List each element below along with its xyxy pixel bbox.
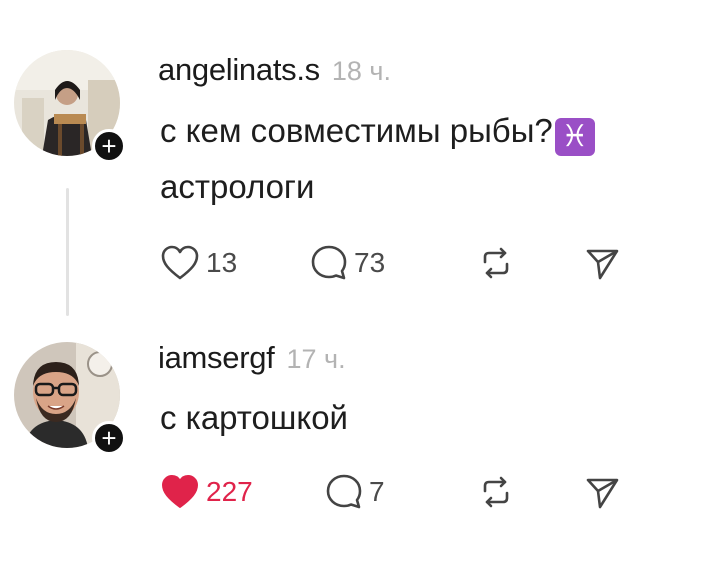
thread-post: + angelinats.s 18 ч. с кем совместимы ры… <box>0 0 719 330</box>
post-text-line: с кем совместимы рыбы? <box>160 112 553 149</box>
repost-icon <box>483 247 509 279</box>
reply-button[interactable]: 7 <box>325 472 385 512</box>
username[interactable]: angelinats.s <box>158 52 320 88</box>
post-text-line: астрологи <box>160 168 315 205</box>
post-actions: 13 73 <box>160 243 630 283</box>
paper-plane-icon <box>586 249 619 280</box>
thread-post: + iamsergf 17 ч. с картошкой 227 7 <box>0 330 719 574</box>
speech-bubble-icon <box>311 245 347 280</box>
post-text: с кем совместимы рыбы? ♓ астрологи <box>160 103 595 215</box>
follow-plus-button[interactable]: + <box>92 129 126 163</box>
post-actions: 227 7 <box>160 472 630 512</box>
paper-plane-icon <box>586 478 619 509</box>
share-button[interactable] <box>584 472 620 512</box>
thread-connector-line <box>66 188 69 316</box>
like-button[interactable]: 13 <box>160 243 237 283</box>
post-text-line: с картошкой <box>160 399 348 436</box>
post-header: iamsergf 17 ч. <box>158 340 346 376</box>
follow-plus-button[interactable]: + <box>92 421 126 455</box>
heart-icon <box>161 245 199 280</box>
speech-bubble-icon <box>326 474 362 509</box>
post-header: angelinats.s 18 ч. <box>158 52 391 88</box>
username[interactable]: iamsergf <box>158 340 275 376</box>
repost-button[interactable] <box>478 472 514 512</box>
reply-count: 73 <box>354 247 386 278</box>
reply-count: 7 <box>369 476 385 507</box>
plus-icon: + <box>101 423 117 453</box>
share-button[interactable] <box>584 243 620 283</box>
repost-icon <box>483 476 509 508</box>
heart-filled-icon <box>162 475 198 508</box>
like-count: 227 <box>206 476 253 507</box>
like-button[interactable]: 227 <box>160 472 253 512</box>
plus-icon: + <box>101 131 117 161</box>
like-count: 13 <box>206 247 238 278</box>
post-time: 17 ч. <box>286 344 346 374</box>
repost-button[interactable] <box>478 243 514 283</box>
post-text: с картошкой <box>160 390 348 446</box>
reply-button[interactable]: 73 <box>310 243 385 283</box>
pisces-emoji-icon: ♓ <box>554 118 595 156</box>
post-time: 18 ч. <box>331 56 391 86</box>
